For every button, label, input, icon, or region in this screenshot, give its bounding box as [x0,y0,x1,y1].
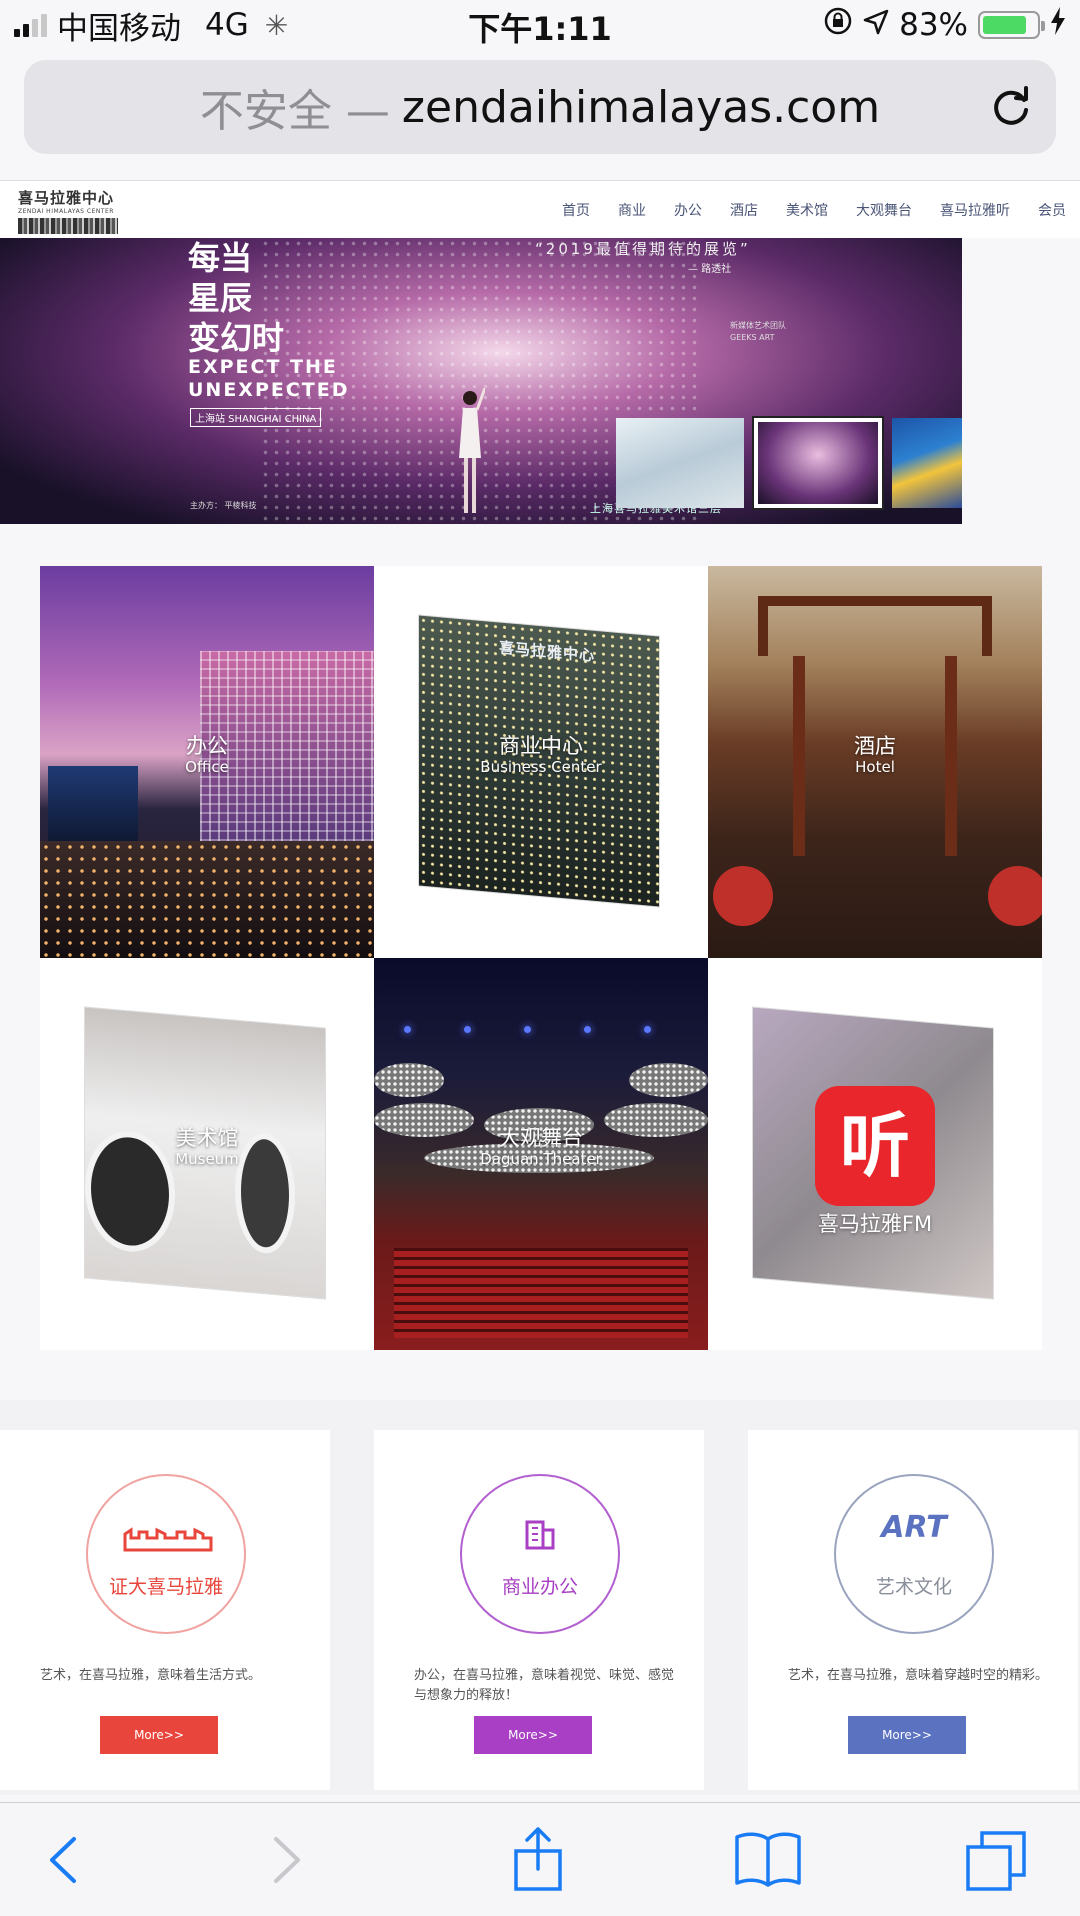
hero-thumbnail-2[interactable] [754,418,882,508]
browser-toolbar [0,1802,1080,1916]
hero-quote-source: — 路透社 [688,264,732,275]
hero-banner[interactable]: 每当 星辰 变幻时 EXPECT THE UNEXPECTED 上海站 SHAN… [0,238,962,524]
venue-grid: 办公 Office 喜马拉雅中心 商业中心 Business Center 酒店… [40,566,1042,1350]
tile-subtitle: Office [185,758,229,776]
card-circle: ART 艺术文化 [834,1474,994,1634]
site-nav: 首页 商业 办公 酒店 美术馆 大观舞台 喜马拉雅听 会员 [548,181,1080,239]
bookmarks-icon[interactable] [733,1825,803,1895]
tile-business-center[interactable]: 喜马拉雅中心 商业中心 Business Center [374,566,708,958]
nav-item-theater[interactable]: 大观舞台 [856,200,912,220]
card-text: 办公，在喜马拉雅，意味着视觉、味觉、感觉与想象力的释放！ [414,1668,675,1703]
card-circle-label: 证大喜马拉雅 [108,1576,223,1598]
card-circle: 证大喜马拉雅 [86,1474,246,1634]
hero-english-title: EXPECT THE UNEXPECTED [188,356,350,401]
address-bar[interactable]: 不安全 — zendaihimalayas.com [24,60,1056,154]
tile-subtitle: Hotel [855,758,895,776]
logo-skyline-icon [18,218,118,234]
hero-sponsor: 主办方： 平棱科技 [190,501,257,510]
share-icon[interactable] [503,1825,573,1895]
hero-thumbnail-1[interactable] [616,418,744,508]
more-button[interactable]: More>> [100,1716,218,1754]
hero-quote: “2019最值得期待的展览” [535,240,751,258]
feature-cards: 证大喜马拉雅 艺术，在喜马拉雅，意味着生活方式。 More>> 商业办公 办公，… [0,1400,1080,1795]
nav-item-fm[interactable]: 喜马拉雅听 [940,200,1010,220]
card-text: 艺术，在喜马拉雅，意味着生活方式。 [40,1668,262,1683]
hero-figure-icon [459,388,485,513]
hero-title: 每当 星辰 变幻时 [188,239,285,357]
tile-theater[interactable]: 大观舞台 Daguan Theater [374,958,708,1350]
tabs-icon[interactable] [962,1825,1032,1895]
card-circle-label: 艺术文化 [875,1576,952,1598]
not-secure-label: 不安全 — [199,86,390,137]
card-text: 艺术，在喜马拉雅，意味着穿越时空的精彩。 [788,1668,1049,1683]
forward-icon[interactable] [250,1825,320,1895]
fm-label: 喜马拉雅FM [817,1212,933,1236]
logo-subtext: ZENDAI HIMALAYAS CENTER [18,208,114,215]
battery-icon [978,11,1045,39]
battery-fill [983,16,1027,34]
tile-subtitle: Business Center [480,758,602,776]
tile-subtitle: Daguan Theater [480,1150,602,1168]
url-host: zendaihimalayas.com [401,81,881,133]
card-zendai: 证大喜马拉雅 艺术，在喜马拉雅，意味着生活方式。 More>> [0,1430,330,1790]
hero-thumbnails [616,418,962,512]
location-icon [863,7,889,43]
hero-partner: 新媒体艺术团队 GEEKS ART [730,321,786,342]
battery-percent: 83% [899,7,968,43]
reload-icon[interactable] [986,82,1036,132]
more-button[interactable]: More>> [848,1716,966,1754]
rotation-lock-icon [823,6,853,44]
tile-office[interactable]: 办公 Office [40,566,374,958]
tile-title: 商业中心 [499,734,583,758]
card-art-culture: ART 艺术文化 艺术，在喜马拉雅，意味着穿越时空的精彩。 More>> [748,1430,1078,1790]
card-circle: 商业办公 [460,1474,620,1634]
status-bar: 中国移动 4G ✳ 下午1:11 83% [0,0,1080,50]
nav-item-hotel[interactable]: 酒店 [730,200,758,220]
nav-item-home[interactable]: 首页 [562,200,590,220]
nav-item-commerce[interactable]: 商业 [618,200,646,220]
tile-hotel[interactable]: 酒店 Hotel [708,566,1042,958]
tile-museum[interactable]: 美术馆 Museum [40,958,374,1350]
nav-item-member[interactable]: 会员 [1038,200,1066,220]
skyline-icon [123,1527,213,1552]
card-commercial-office: 商业办公 办公，在喜马拉雅，意味着视觉、味觉、感觉与想象力的释放！ More>> [374,1430,704,1790]
card-circle-label: 商业办公 [501,1576,578,1598]
back-icon[interactable] [30,1825,100,1895]
art-icon: ART [881,1510,947,1545]
tile-title: 大观舞台 [499,1126,583,1150]
business-sign: 喜马拉雅中心 [499,638,596,665]
tile-himalaya-fm[interactable]: 听 喜马拉雅FM [708,958,1042,1350]
building-icon [525,1520,555,1550]
site-logo[interactable]: 喜马拉雅中心 ZENDAI HIMALAYAS CENTER [18,187,118,234]
charging-icon [1050,7,1066,43]
tile-subtitle: Museum [175,1150,239,1168]
tile-title: 美术馆 [175,1126,239,1150]
tile-title: 办公 [186,734,228,758]
nav-item-office[interactable]: 办公 [674,200,702,220]
logo-text: 喜马拉雅中心 [18,189,115,207]
nav-item-museum[interactable]: 美术馆 [786,200,828,220]
fm-logo-icon: 听 [815,1086,935,1206]
status-right: 83% [823,6,1066,44]
hero-location: 上海站 SHANGHAI CHINA [190,408,322,427]
tile-title: 酒店 [854,734,896,758]
hero-thumbnail-3[interactable] [892,418,962,508]
more-button[interactable]: More>> [474,1716,592,1754]
site-header: 喜马拉雅中心 ZENDAI HIMALAYAS CENTER 首页 商业 办公 … [0,180,1080,238]
